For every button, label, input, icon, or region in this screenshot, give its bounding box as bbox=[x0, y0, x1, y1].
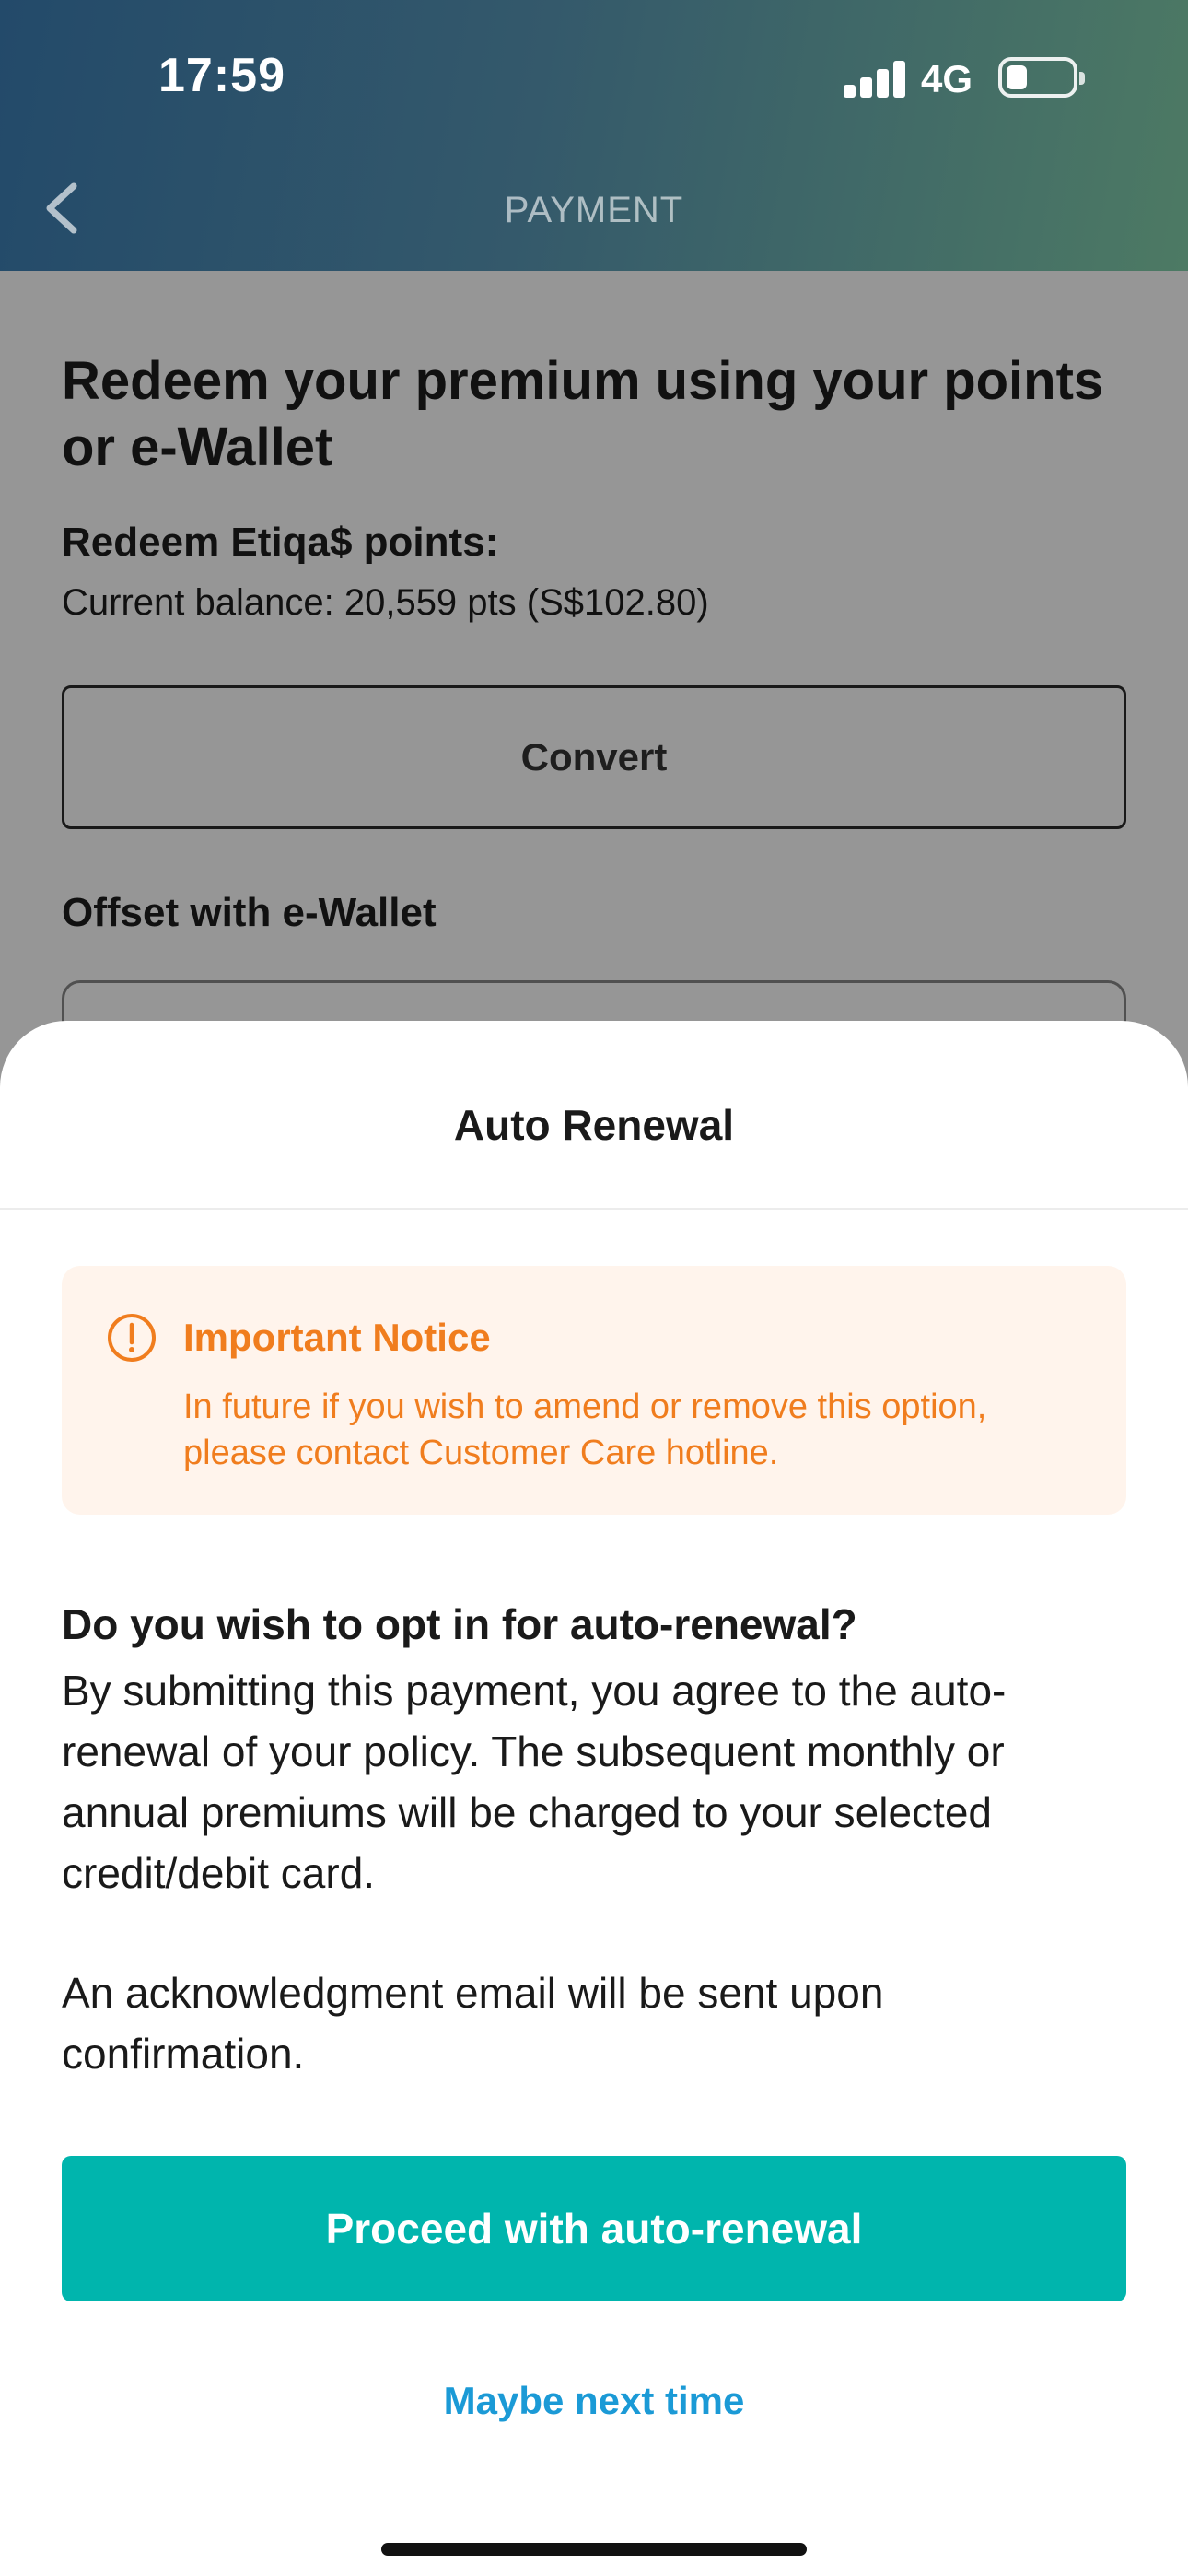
auto-renewal-sheet: Auto Renewal Important Notice In future … bbox=[0, 1021, 1188, 2576]
app-header: 17:59 4G PAYMENT bbox=[0, 0, 1188, 271]
status-time: 17:59 bbox=[158, 49, 285, 102]
opt-in-question: Do you wish to opt in for auto-renewal? bbox=[62, 1600, 857, 1648]
divider bbox=[0, 1208, 1188, 1210]
page-title: PAYMENT bbox=[504, 190, 684, 230]
sheet-title: Auto Renewal bbox=[453, 1101, 735, 1149]
home-indicator[interactable] bbox=[381, 2543, 807, 2556]
notice-text: In future if you wish to amend or remove… bbox=[183, 1388, 987, 1472]
network-type: 4G bbox=[921, 57, 973, 100]
auto-renewal-description: By submitting this payment, you agree to… bbox=[62, 1667, 1007, 1897]
notice-title: Important Notice bbox=[183, 1316, 491, 1359]
proceed-auto-renewal-button[interactable]: Proceed with auto-renewal bbox=[62, 2156, 1126, 2301]
exclamation-circle-icon bbox=[106, 1312, 157, 1364]
acknowledgement-text: An acknowledgment email will be sent upo… bbox=[62, 1969, 884, 2078]
important-notice: Important Notice In future if you wish t… bbox=[62, 1266, 1126, 1515]
maybe-next-time-link[interactable]: Maybe next time bbox=[0, 2379, 1188, 2423]
signal-icon bbox=[844, 61, 905, 98]
battery-icon bbox=[998, 57, 1085, 98]
